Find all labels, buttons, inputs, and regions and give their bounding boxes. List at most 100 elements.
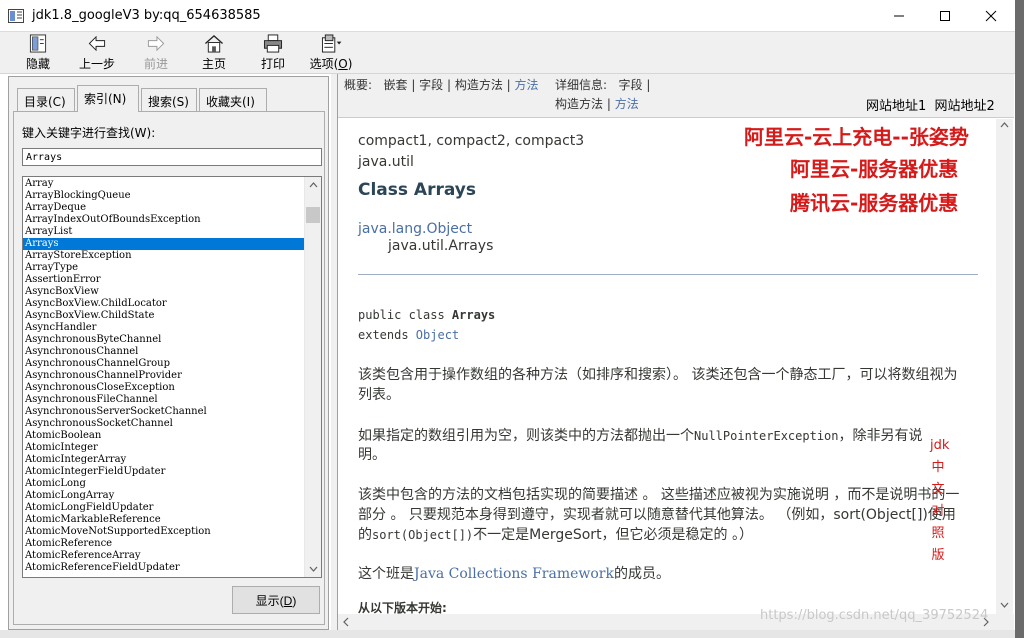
watermark: https://blog.csdn.net/qq_39752524 (760, 608, 989, 623)
index-list-item[interactable]: ArrayList (23, 226, 305, 238)
class-title: Class Arrays (358, 180, 477, 200)
back-arrow-icon (88, 35, 106, 52)
summary-method-link[interactable]: 方法 (515, 78, 539, 92)
site-links: 网站地址1 网站地址2 (866, 95, 995, 114)
print-button[interactable]: 打印 (256, 34, 290, 72)
printer-icon (263, 34, 283, 53)
index-list-item[interactable]: AsyncBoxView.ChildState (23, 310, 305, 322)
desc-para-2-line1: 如果指定的数组引用为空，则该类中的方法都抛出一个NullPointerExcep… (358, 428, 923, 444)
options-button[interactable]: 选项(O) (308, 34, 354, 72)
keyword-label: 键入关键字进行查找(W): (22, 126, 156, 140)
index-list-item[interactable]: Arrays (23, 238, 305, 250)
index-list-item[interactable]: AtomicReferenceArray (23, 550, 305, 562)
index-list-item[interactable]: AtomicIntegerArray (23, 454, 305, 466)
index-list-item[interactable]: AsynchronousCloseException (23, 382, 305, 394)
index-list-item[interactable]: ArrayBlockingQueue (23, 190, 305, 202)
index-list-item[interactable]: AtomicMarkableReference (23, 514, 305, 526)
minimize-button[interactable] (876, 0, 922, 31)
index-list-item[interactable]: AsyncBoxView.ChildLocator (23, 298, 305, 310)
index-list-scrollbar[interactable] (304, 177, 321, 577)
tab-index[interactable]: 索引(N) (77, 85, 139, 112)
detail-method-link[interactable]: 方法 (615, 97, 639, 111)
index-list-item[interactable]: AtomicIntegerFieldUpdater (23, 466, 305, 478)
close-button[interactable] (968, 0, 1014, 31)
tab-favorites[interactable]: 收藏夹(I) (199, 88, 267, 111)
home-button[interactable]: 主页 (198, 34, 230, 72)
nav-tabs: 目录(C) 索引(N) 搜索(S) 收藏夹(I) (17, 85, 327, 112)
index-list-item[interactable]: ArrayType (23, 262, 305, 274)
close-icon (985, 10, 997, 21)
collections-framework-link[interactable]: Java Collections Framework (414, 566, 614, 582)
index-list-item[interactable]: AsynchronousChannelGroup (23, 358, 305, 370)
hide-pane-icon (29, 34, 47, 53)
ad-line-2[interactable]: 阿里云-服务器优惠 (790, 153, 958, 182)
index-listbox[interactable]: Array ArrayBlockingQueue ArrayDeque ArrayIn… (22, 176, 322, 578)
navigation-pane: 目录(C) 索引(N) 搜索(S) 收藏夹(I) 键入关键字进行查找(W): A… (8, 76, 329, 630)
tab-contents[interactable]: 目录(C) (17, 88, 75, 111)
hide-label: 隐藏 (25, 57, 50, 71)
ad-line-3[interactable]: 腾讯云-服务器优惠 (790, 187, 958, 216)
desc-para-1-line2: 列表。 (358, 387, 400, 403)
desc-para-2-line2: 明。 (358, 447, 386, 463)
tab-search[interactable]: 搜索(S) (141, 88, 197, 111)
index-list-item[interactable]: AsyncBoxView (23, 286, 305, 298)
index-list-item[interactable]: AsynchronousChannelProvider (23, 370, 305, 382)
ad-vertical-text[interactable]: jdk 中文对照版 (930, 435, 949, 567)
summary-nav: 概要: 嵌套 | 字段 | 构造方法 | 方法 (344, 78, 539, 92)
ad-vertical-char: 对 (931, 504, 945, 519)
help-app-icon (8, 9, 24, 23)
index-list-item[interactable]: ArrayDeque (23, 202, 305, 214)
window-title: jdk1.8_googleV3 by:qq_654638585 (32, 8, 261, 23)
object-link[interactable]: Object (416, 328, 459, 342)
ad-vertical-char: 照 (931, 526, 945, 541)
parent-class-link[interactable]: java.lang.Object (358, 221, 472, 237)
ad-vertical-char: 中 (931, 460, 945, 475)
index-list-item[interactable]: AtomicInteger (23, 442, 305, 454)
index-list-item[interactable]: AsynchronousSocketChannel (23, 418, 305, 430)
site-link-1[interactable]: 网站地址1 (866, 99, 926, 114)
index-list-item[interactable]: AsynchronousChannel (23, 346, 305, 358)
background-window-edge (1015, 0, 1024, 638)
keyword-input[interactable] (22, 148, 322, 166)
desc-para-3-line2: 部分 。 只要规范本身得到遵守，实现者就可以随意替代其他算法。 （例如，sort… (358, 507, 956, 523)
index-list-item[interactable]: AsynchronousByteChannel (23, 334, 305, 346)
extends-declaration: extends Object (358, 328, 460, 342)
index-list-item[interactable]: AtomicReference (23, 538, 305, 550)
desc-para-3-line3: 的sort(Object[])不一定是MergeSort，但它必须是稳定的 。） (358, 527, 754, 543)
site-link-2[interactable]: 网站地址2 (935, 99, 995, 114)
content-vertical-scrollbar[interactable] (996, 119, 1013, 615)
forward-arrow-icon (147, 35, 165, 52)
maximize-button[interactable] (922, 0, 968, 31)
topic-pane: 概要: 嵌套 | 字段 | 构造方法 | 方法 详细信息: 字段 | 构造方法 … (337, 74, 1014, 630)
index-list-item[interactable]: AtomicBoolean (23, 430, 305, 442)
ad-vertical-char: 文 (931, 482, 945, 497)
title-bar: jdk1.8_googleV3 by:qq_654638585 (0, 0, 1015, 32)
hide-button[interactable]: 隐藏 (22, 34, 54, 72)
back-button[interactable]: 上一步 (76, 34, 118, 72)
index-list-item[interactable]: AtomicLongArray (23, 490, 305, 502)
index-list-item[interactable]: AtomicLongFieldUpdater (23, 502, 305, 514)
index-tab-panel: 键入关键字进行查找(W): ArrayArrayBlockingQueueArr… (13, 111, 325, 625)
help-viewer-window: jdk1.8_googleV3 by:qq_654638585 隐藏 上一步 前… (0, 0, 1024, 638)
index-list-item[interactable]: AsyncHandler (23, 322, 305, 334)
home-icon (205, 35, 223, 53)
index-list-item[interactable]: AtomicMoveNotSupportedException (23, 526, 305, 538)
index-list-item[interactable]: AtomicLong (23, 478, 305, 490)
desc-para-1-line1: 该类包含用于操作数组的各种方法（如排序和搜索）。 该类还包含一个静态工厂，可以将… (358, 367, 958, 383)
index-list-item[interactable]: ArrayIndexOutOfBoundsException (23, 214, 305, 226)
index-list-item[interactable]: AsynchronousFileChannel (23, 394, 305, 406)
ad-line-1[interactable]: 阿里云-云上充电--张姿势 (744, 121, 969, 150)
index-list-item[interactable]: AtomicReferenceFieldUpdater (23, 562, 305, 574)
index-list-item[interactable]: ArrayStoreException (23, 250, 305, 262)
class-declaration: public class Arrays (358, 308, 496, 322)
maximize-icon (940, 10, 950, 21)
index-list-item[interactable]: AssertionError (23, 274, 305, 286)
doc-nav-header: 概要: 嵌套 | 字段 | 构造方法 | 方法 详细信息: 字段 | 构造方法 … (338, 74, 1014, 118)
detail-nav: 详细信息: 字段 | (555, 78, 651, 92)
show-button[interactable]: 显示(D) (232, 586, 320, 614)
print-label: 打印 (260, 57, 285, 71)
index-list-item[interactable]: AsynchronousServerSocketChannel (23, 406, 305, 418)
index-list-item[interactable]: Array (23, 178, 305, 190)
forward-button[interactable]: 前进 (140, 34, 172, 72)
toolbar: 隐藏 上一步 前进 主页 打印 选项(O) (0, 32, 1015, 74)
